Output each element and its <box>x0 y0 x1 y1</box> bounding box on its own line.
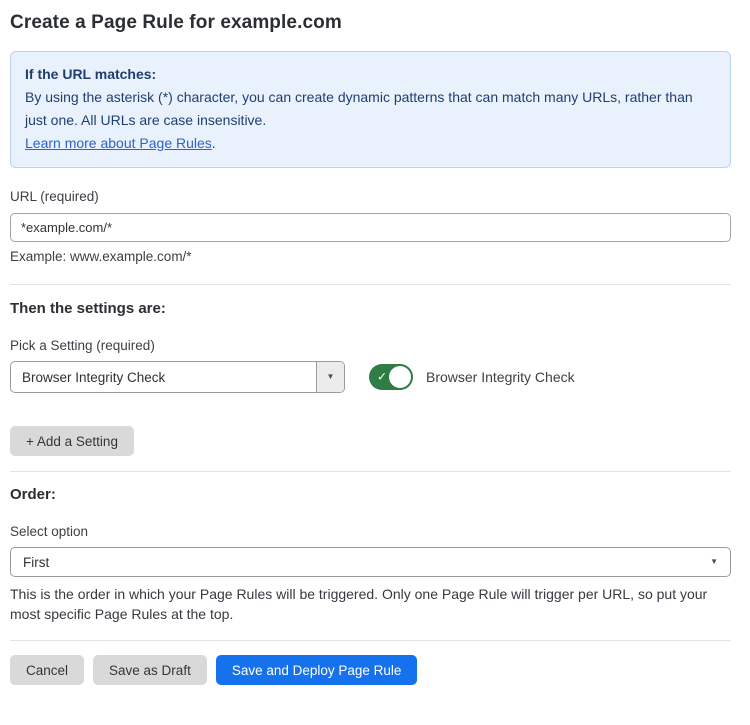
page-title: Create a Page Rule for example.com <box>10 12 731 34</box>
setting-dropdown-arrow-button[interactable]: ▼ <box>316 362 344 392</box>
settings-section-heading: Then the settings are: <box>10 300 731 317</box>
footer-actions: Cancel Save as Draft Save and Deploy Pag… <box>10 655 731 685</box>
pick-setting-label: Pick a Setting (required) <box>10 338 731 353</box>
info-box-body: By using the asterisk (*) character, you… <box>25 86 716 132</box>
learn-more-link[interactable]: Learn more about Page Rules <box>25 135 212 151</box>
chevron-down-icon: ▼ <box>710 558 718 566</box>
order-select[interactable]: First ▼ <box>10 547 731 577</box>
create-page-rule-form: Create a Page Rule for example.com If th… <box>0 0 750 725</box>
order-select-value: First <box>23 555 49 570</box>
chevron-down-icon: ▼ <box>327 373 335 381</box>
save-and-deploy-button[interactable]: Save and Deploy Page Rule <box>216 655 418 685</box>
link-suffix: . <box>212 135 216 151</box>
check-icon: ✓ <box>377 370 387 384</box>
url-field-label: URL (required) <box>10 189 731 204</box>
setting-dropdown[interactable]: Browser Integrity Check ▼ <box>10 361 345 393</box>
info-box-heading: If the URL matches: <box>25 63 716 86</box>
select-option-label: Select option <box>10 524 731 539</box>
add-setting-button[interactable]: + Add a Setting <box>10 426 134 456</box>
browser-integrity-check-toggle[interactable]: ✓ <box>369 364 413 390</box>
cancel-button[interactable]: Cancel <box>10 655 84 685</box>
url-input[interactable] <box>10 213 731 242</box>
save-as-draft-button[interactable]: Save as Draft <box>93 655 207 685</box>
url-example-helper: Example: www.example.com/* <box>10 249 731 264</box>
toggle-label: Browser Integrity Check <box>426 369 575 385</box>
order-section-heading: Order: <box>10 486 731 503</box>
divider <box>10 284 731 285</box>
url-match-info-box: If the URL matches: By using the asteris… <box>10 51 731 168</box>
setting-dropdown-value: Browser Integrity Check <box>11 362 316 392</box>
divider <box>10 640 731 641</box>
divider <box>10 471 731 472</box>
info-box-link-line: Learn more about Page Rules. <box>25 132 716 155</box>
toggle-knob <box>389 366 411 388</box>
order-helper-text: This is the order in which your Page Rul… <box>10 584 731 624</box>
setting-row: Browser Integrity Check ▼ ✓ Browser Inte… <box>10 361 731 393</box>
